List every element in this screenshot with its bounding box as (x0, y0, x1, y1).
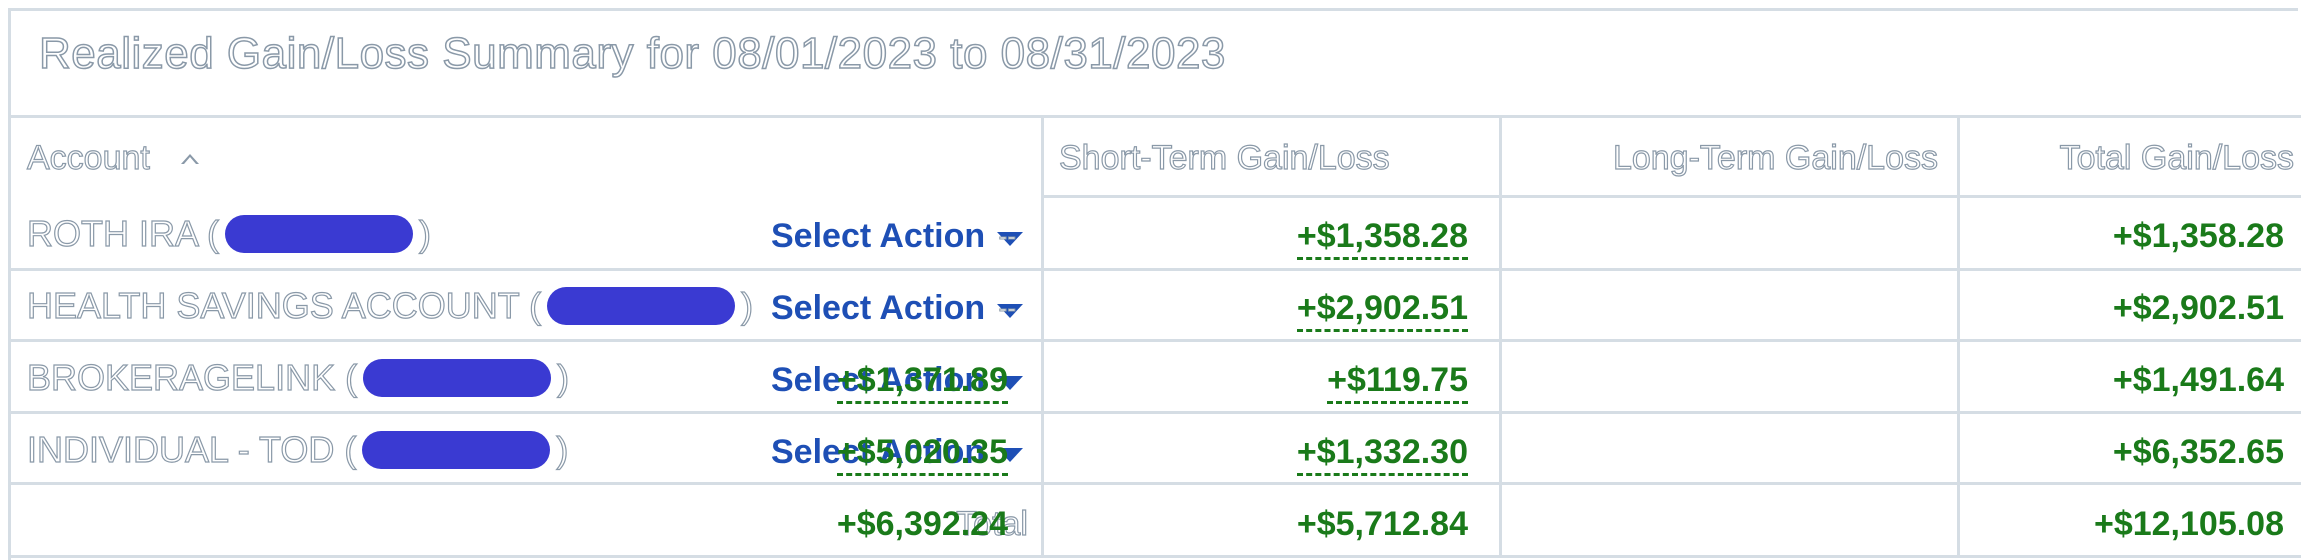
short-term-value-link[interactable]: +$5,020.35 (836, 433, 1008, 476)
header-long-term[interactable]: Long-Term Gain/Loss (1612, 138, 1938, 178)
total-value: +$1,358.28 (2112, 217, 2284, 255)
account-name: BROKERAGELINK ( (26, 356, 358, 398)
account-name-close: ) (418, 212, 432, 254)
header-total[interactable]: Total Gain/Loss (2059, 138, 2295, 178)
redacted-account-number (363, 359, 552, 397)
column-divider (1499, 115, 1502, 558)
header-account[interactable]: Account (26, 138, 150, 178)
total-long-term: +$5,712.84 (1296, 505, 1468, 543)
select-action-label: Select Action (771, 217, 986, 255)
total-value: +$1,491.64 (2112, 361, 2284, 399)
long-term-value-link[interactable]: +$1,358.28 (1296, 217, 1468, 260)
total-short-term: +$6,392.24 (836, 505, 1008, 543)
column-divider (1041, 115, 1044, 558)
account-name-close: ) (556, 356, 570, 398)
total-value: +$6,352.65 (2112, 433, 2284, 471)
table-row-account: ROTH IRA () (26, 212, 432, 255)
column-divider (1957, 115, 1960, 558)
account-name-close: ) (740, 284, 754, 326)
select-action-dropdown[interactable]: Select Action (771, 289, 1024, 328)
table-row-account: HEALTH SAVINGS ACCOUNT () (26, 284, 754, 327)
account-name: ROTH IRA ( (26, 212, 220, 254)
short-term-value-link[interactable]: +$1,371.89 (836, 361, 1008, 404)
long-term-value-link[interactable]: +$1,332.30 (1296, 433, 1468, 476)
select-action-label: Select Action (771, 289, 986, 327)
header-short-term[interactable]: Short-Term Gain/Loss (1058, 138, 1390, 178)
short-term-value: -- (998, 293, 1016, 324)
total-value: +$2,902.51 (2112, 289, 2284, 327)
redacted-account-number (225, 215, 414, 253)
total-overall: +$12,105.08 (2093, 505, 2284, 543)
long-term-value-link[interactable]: +$119.75 (1327, 361, 1468, 404)
divider (1041, 195, 2301, 198)
account-name: HEALTH SAVINGS ACCOUNT ( (26, 284, 542, 326)
caret-up-icon[interactable] (181, 154, 199, 164)
account-name-close: ) (556, 428, 569, 470)
short-term-value: -- (998, 221, 1016, 252)
summary-title: Realized Gain/Loss Summary for 08/01/202… (38, 28, 1226, 79)
select-action-dropdown[interactable]: Select Action (771, 217, 1024, 256)
account-name: INDIVIDUAL - TOD ( (26, 428, 357, 470)
long-term-value-link[interactable]: +$2,902.51 (1296, 289, 1468, 332)
redacted-account-number (547, 287, 736, 325)
redacted-account-number (362, 431, 551, 469)
table-row-account: BROKERAGELINK () (26, 356, 570, 399)
table-row-account: INDIVIDUAL - TOD () (26, 428, 569, 471)
gain-loss-summary-panel: Realized Gain/Loss Summary for 08/01/202… (8, 8, 2301, 560)
